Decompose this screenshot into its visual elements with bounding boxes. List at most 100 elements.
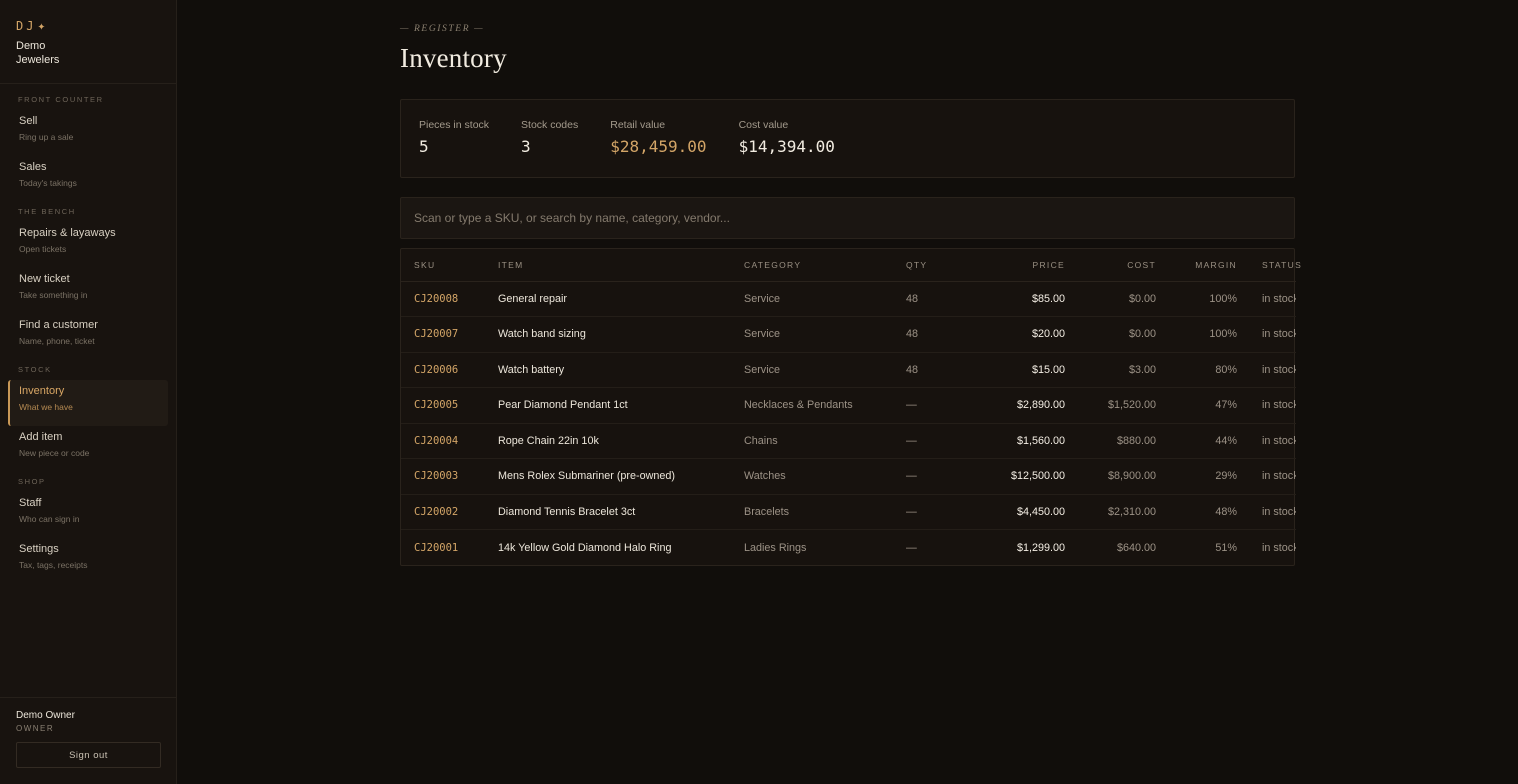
table-row[interactable]: CJ20002 Diamond Tennis Bracelet 3ct Bracel… [401,494,1296,530]
cell-sku[interactable]: CJ20008 [401,281,485,317]
cell-sku[interactable]: CJ20001 [401,530,485,566]
cell-price: $20.00 [945,316,1077,353]
sidebar-item-new-ticket[interactable]: New ticket Take something in [8,268,168,314]
content-column: — REGISTER — Inventory Pieces in stock 5… [400,0,1301,566]
cell-price: $1,299.00 [1016,541,1065,554]
cell-status: in stock [1249,316,1296,353]
brand-initials: DJ [16,19,37,33]
brand: DJ ✦ Demo Jewelers [0,0,176,84]
cell-status: in stock [1262,541,1296,554]
header-row: SKU ITEM CATEGORY QTY PRICE COST MARGIN … [401,249,1301,282]
sidebar: DJ ✦ Demo Jewelers FRONT COUNTER Sell Ri… [0,0,177,784]
table-row[interactable]: CJ20003 Mens Rolex Submariner (pre-owned)… [401,458,1296,495]
cell-sku[interactable]: CJ20007 [401,316,485,353]
column-header-price[interactable]: PRICE [945,249,1077,282]
cell-margin: 48% [1168,494,1249,530]
user-role: OWNER [16,724,55,733]
column-header-margin[interactable]: MARGIN [1168,249,1249,282]
app-window: DJ ✦ Demo Jewelers FRONT COUNTER Sell Ri… [0,0,1518,784]
table-row[interactable]: CJ20004 Rope Chain 22in 10k Chains — $1,560.… [401,423,1296,459]
cell-sku[interactable]: CJ20004 [401,423,485,459]
sidebar-item-label: Staff [19,497,42,509]
stat-label: Retail value [610,119,666,131]
cell-price: $12,500.00 [945,458,1077,495]
cell-item: General repair [485,281,731,317]
cell-category: Chains [731,423,893,459]
column-header-item[interactable]: ITEM [485,249,731,282]
table-body: CJ20008 General repair Service 48 $85.00 $0.0… [401,281,1296,565]
cell-sku[interactable]: CJ20002 [401,494,485,530]
cell-sku[interactable]: CJ20006 [401,352,485,388]
cell-category: Service [731,316,893,353]
stat-pieces: Pieces in stock 5 [419,119,489,177]
user-name: Demo Owner [16,710,75,721]
sidebar-item-sublabel: Tax, tags, receipts [19,560,88,570]
column-header-cost[interactable]: COST [1077,249,1168,282]
column-header-category[interactable]: CATEGORY [731,249,893,282]
sidebar-item-sublabel: Who can sign in [19,514,80,524]
stat-value: 3 [521,137,531,156]
sign-out-button[interactable]: Sign out [16,742,161,768]
cell-item: Mens Rolex Submariner (pre-owned) [485,458,731,495]
user-panel: Demo Owner OWNER Sign out [0,697,176,784]
cell-qty: — [893,423,945,459]
brand-logo: DJ ✦ [16,18,160,34]
sidebar-item-repairs[interactable]: Repairs & layaways Open tickets [8,222,168,268]
column-header-qty[interactable]: QTY [893,249,945,282]
cell-category: Bracelets [731,494,893,530]
sidebar-item-sublabel: Open tickets [19,244,67,254]
cell-item: Rope Chain 22in 10k [485,423,731,459]
cell-price: $15.00 [945,352,1077,388]
sidebar-item-label: Sales [19,161,47,173]
table-row[interactable]: CJ20008 General repair Service 48 $85.00 $0.0… [401,281,1296,317]
table-row[interactable]: CJ20005 Pear Diamond Pendant 1ct Necklaces… [401,387,1296,424]
sidebar-item-find-customer[interactable]: Find a customer Name, phone, ticket [8,314,168,360]
column-header-sku[interactable]: SKU [401,249,485,282]
table-row[interactable]: CJ20006 Watch battery Service 48 $15.00 $3.00… [401,352,1296,388]
stat-retail: Retail value $28,459.00 [610,119,706,177]
stat-value: $14,394.00 [738,137,835,156]
sidebar-item-label: Settings [19,543,59,555]
cell-cost: $1,520.00 [1077,387,1168,424]
cell-sku[interactable]: CJ20003 [401,458,485,495]
cell-item: Watch battery [485,352,731,388]
search-input[interactable] [414,211,1281,225]
cell-category: Service [731,281,893,317]
cell-price: $85.00 [945,281,1077,317]
sidebar-item-inventory[interactable]: Inventory What we have [8,380,168,426]
table-header: SKU ITEM CATEGORY QTY PRICE COST MARGIN … [401,249,1301,282]
cell-status: in stock [1249,423,1296,459]
column-header-status[interactable]: STATUS [1249,249,1301,282]
cell-cost: $0.00 [1077,316,1168,353]
stat-label: Stock codes [521,119,579,131]
cell-item: Pear Diamond Pendant 1ct [485,387,731,424]
cell-cost: $8,900.00 [1077,458,1168,495]
sidebar-item-sublabel: Name, phone, ticket [19,336,95,346]
sidebar-item-add-item[interactable]: Add item New piece or code [8,426,168,472]
sidebar-item-sublabel: Take something in [19,290,88,300]
cell-qty: — [893,387,945,424]
cell-sku[interactable]: CJ20005 [401,387,485,424]
page-title: Inventory [400,43,507,73]
table-row[interactable]: CJ20001 14k Yellow Gold Diamond Halo Ring… [401,530,1296,566]
cell-price: $2,890.00 [945,387,1077,424]
stat-value: 5 [419,137,429,156]
sidebar-item-sales[interactable]: Sales Today's takings [8,156,168,202]
sparkle-icon: ✦ [37,18,46,34]
cell-margin: 100% [1168,316,1249,353]
sidebar-item-sell[interactable]: Sell Ring up a sale [8,110,168,156]
cell-qty: 48 [893,316,945,353]
sidebar-item-staff[interactable]: Staff Who can sign in [8,492,168,538]
cell-status: in stock [1249,387,1296,424]
cell-status: in stock [1249,281,1296,317]
cell-status: in stock [1249,458,1296,495]
table-row[interactable]: CJ20007 Watch band sizing Service 48 $20.00 $… [401,316,1296,353]
cell-item: Watch band sizing [485,316,731,353]
stat-label: Pieces in stock [419,119,490,131]
cell-margin: 47% [1168,387,1249,424]
cell-price: $1,560.00 [945,423,1077,459]
cell-qty: — [906,541,917,554]
inventory-grid: SKU ITEM CATEGORY QTY PRICE COST MARGIN … [401,249,1301,565]
sidebar-item-settings[interactable]: Settings Tax, tags, receipts [8,538,168,584]
cell-margin: 80% [1168,352,1249,388]
